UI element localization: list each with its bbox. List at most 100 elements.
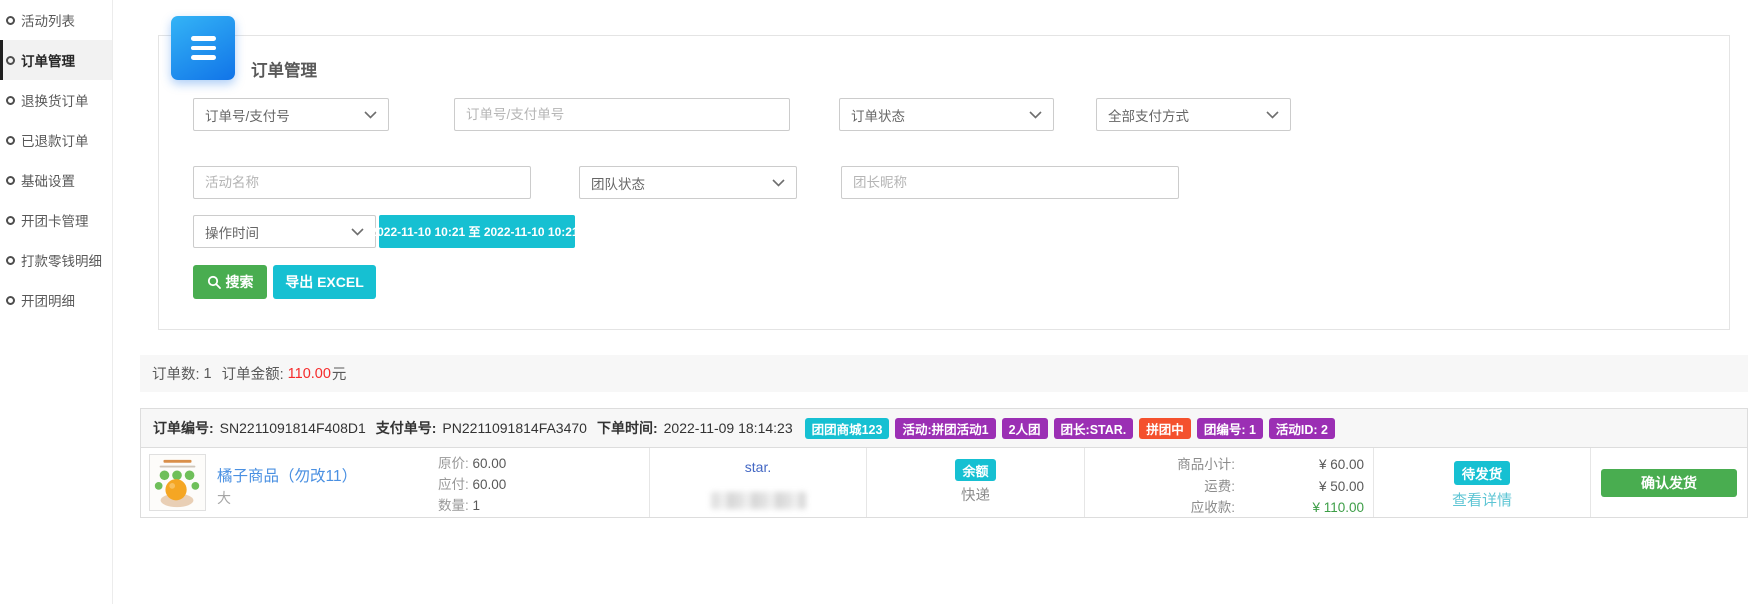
pay-no-label: 支付单号: (376, 418, 437, 438)
receivable-value: ¥ 110.00 (1235, 497, 1373, 519)
view-details-link[interactable]: 查看详情 (1374, 489, 1590, 510)
search-button[interactable]: 搜索 (193, 265, 267, 299)
original-price-row: 原价: 60.00 (438, 453, 506, 474)
select-value: 全部支付方式 (1108, 105, 1189, 125)
subtotal-row: 商品小计: ¥ 60.00 (1085, 454, 1373, 476)
select-value: 订单号/支付号 (205, 105, 290, 125)
order-status-select[interactable]: 订单状态 (839, 98, 1054, 131)
chevron-down-icon (351, 228, 364, 236)
order-no-input[interactable] (454, 98, 790, 131)
circle-icon (6, 56, 15, 65)
shipping-value: ¥ 50.00 (1235, 476, 1373, 498)
filter-panel: 订单管理 订单号/支付号 订单状态 全部支付方式 团队状态 操作时间 2022-… (158, 35, 1730, 330)
pay-method-badge: 余额 (955, 459, 995, 481)
hamburger-icon (191, 36, 216, 41)
subtotal-value: ¥ 60.00 (1235, 454, 1373, 476)
select-value: 操作时间 (205, 222, 259, 242)
payable-row: 应付: 60.00 (438, 474, 506, 495)
order-time-value: 2022-11-09 18:14:23 (664, 420, 793, 436)
product-image (149, 454, 206, 511)
sidebar-item-payment-change-details[interactable]: 打款零钱明细 (0, 240, 112, 280)
sidebar-item-label: 开团明细 (21, 290, 75, 310)
activity-name-input[interactable] (193, 166, 531, 199)
group-size-badge: 2人团 (1002, 418, 1048, 439)
team-status-select[interactable]: 团队状态 (579, 166, 797, 199)
shipping-label: 运费: (1085, 476, 1235, 498)
status-cell: 待发货 查看详情 (1373, 448, 1590, 517)
quantity-value: 1 (473, 498, 481, 513)
sidebar-item-refunded-orders[interactable]: 已退款订单 (0, 120, 112, 160)
payment-cell: 余额 快递 (866, 448, 1084, 517)
leader-nickname-input[interactable] (841, 166, 1179, 199)
order-summary-bar: 订单数: 1 订单金额: 110.00元 (140, 355, 1748, 392)
receivable-label: 应收款: (1085, 497, 1235, 519)
order-no-type-select[interactable]: 订单号/支付号 (193, 98, 389, 131)
date-range-text: 2022-11-10 10:21 至 2022-11-10 10:21 (370, 223, 578, 240)
circle-icon (6, 136, 15, 145)
sidebar-item-order-management[interactable]: 订单管理 (0, 40, 112, 80)
sidebar-item-group-card-management[interactable]: 开团卡管理 (0, 200, 112, 240)
sidebar: 活动列表 订单管理 退换货订单 已退款订单 基础设置 开团卡管理 打款零钱明细 (0, 0, 113, 604)
grouping-status-badge: 拼团中 (1139, 418, 1191, 439)
menu-toggle-button[interactable] (171, 16, 235, 80)
orders-amount-label: 订单金额: (222, 363, 284, 384)
sidebar-item-label: 订单管理 (21, 50, 75, 70)
sidebar-item-label: 打款零钱明细 (21, 250, 102, 270)
action-cell: 确认发货 (1590, 448, 1747, 517)
sidebar-item-label: 退换货订单 (21, 90, 89, 110)
time-type-select[interactable]: 操作时间 (193, 215, 376, 248)
select-value: 团队状态 (591, 173, 645, 193)
orders-count-label: 订单数: (152, 363, 200, 384)
original-price-label: 原价: (438, 456, 469, 471)
sidebar-item-label: 开团卡管理 (21, 210, 89, 230)
quantity-row: 数量: 1 (438, 495, 506, 516)
date-range-button[interactable]: 2022-11-10 10:21 至 2022-11-10 10:21 (379, 215, 575, 248)
sidebar-item-group-details[interactable]: 开团明细 (0, 280, 112, 320)
product-name-link[interactable]: 橘子商品（勿改11） (217, 464, 357, 486)
order-no-label: 订单编号: (153, 418, 214, 438)
payable-value: 60.00 (473, 477, 507, 492)
chevron-down-icon (1266, 111, 1279, 119)
sidebar-item-label: 基础设置 (21, 170, 75, 190)
page: 活动列表 订单管理 退换货订单 已退款订单 基础设置 开团卡管理 打款零钱明细 (0, 0, 1753, 604)
receivable-row: 应收款: ¥ 110.00 (1085, 497, 1373, 519)
select-value: 订单状态 (851, 105, 905, 125)
circle-icon (6, 16, 15, 25)
ship-status-badge: 待发货 (1454, 461, 1511, 485)
order-card: 订单编号: SN2211091814F408D1 支付单号: PN2211091… (140, 408, 1748, 518)
sidebar-item-activity-list[interactable]: 活动列表 (0, 0, 112, 40)
circle-icon (6, 256, 15, 265)
shipping-row: 运费: ¥ 50.00 (1085, 476, 1373, 498)
order-row: 橘子商品（勿改11） 大 原价: 60.00 应付: 60.00 数量: 1 s… (140, 448, 1748, 518)
hamburger-icon (191, 55, 216, 60)
orders-count-value: 1 (204, 366, 212, 382)
sidebar-item-label: 已退款订单 (21, 130, 89, 150)
payable-label: 应付: (438, 477, 469, 492)
activity-badge: 活动:拼团活动1 (895, 418, 995, 439)
orders-amount-value: 110.00 (288, 366, 331, 382)
leader-badge: 团长:STAR. (1054, 418, 1134, 439)
activity-id-badge: 活动ID: 2 (1269, 418, 1335, 439)
pay-no-value: PN2211091814FA3470 (442, 420, 587, 436)
orders-amount-unit: 元 (332, 363, 347, 384)
product-spec: 大 (217, 488, 231, 508)
original-price-value: 60.00 (473, 456, 507, 471)
redacted-contact-info (711, 492, 806, 509)
search-button-label: 搜索 (226, 272, 254, 292)
circle-icon (6, 296, 15, 305)
delivery-method: 快递 (867, 484, 1084, 505)
pay-method-select[interactable]: 全部支付方式 (1096, 98, 1291, 131)
chevron-down-icon (772, 179, 785, 187)
order-time-label: 下单时间: (597, 418, 658, 438)
circle-icon (6, 96, 15, 105)
amounts-cell: 商品小计: ¥ 60.00 运费: ¥ 50.00 应收款: ¥ 110.00 (1084, 448, 1373, 517)
shop-badge: 团团商城123 (805, 418, 890, 439)
export-excel-button[interactable]: 导出 EXCEL (273, 265, 376, 299)
sidebar-item-return-orders[interactable]: 退换货订单 (0, 80, 112, 120)
buyer-nickname-link[interactable]: star. (745, 459, 771, 475)
chevron-down-icon (364, 111, 377, 119)
group-id-badge: 团编号: 1 (1197, 418, 1263, 439)
confirm-ship-button[interactable]: 确认发货 (1601, 469, 1737, 497)
hamburger-icon (191, 46, 216, 51)
sidebar-item-basic-settings[interactable]: 基础设置 (0, 160, 112, 200)
